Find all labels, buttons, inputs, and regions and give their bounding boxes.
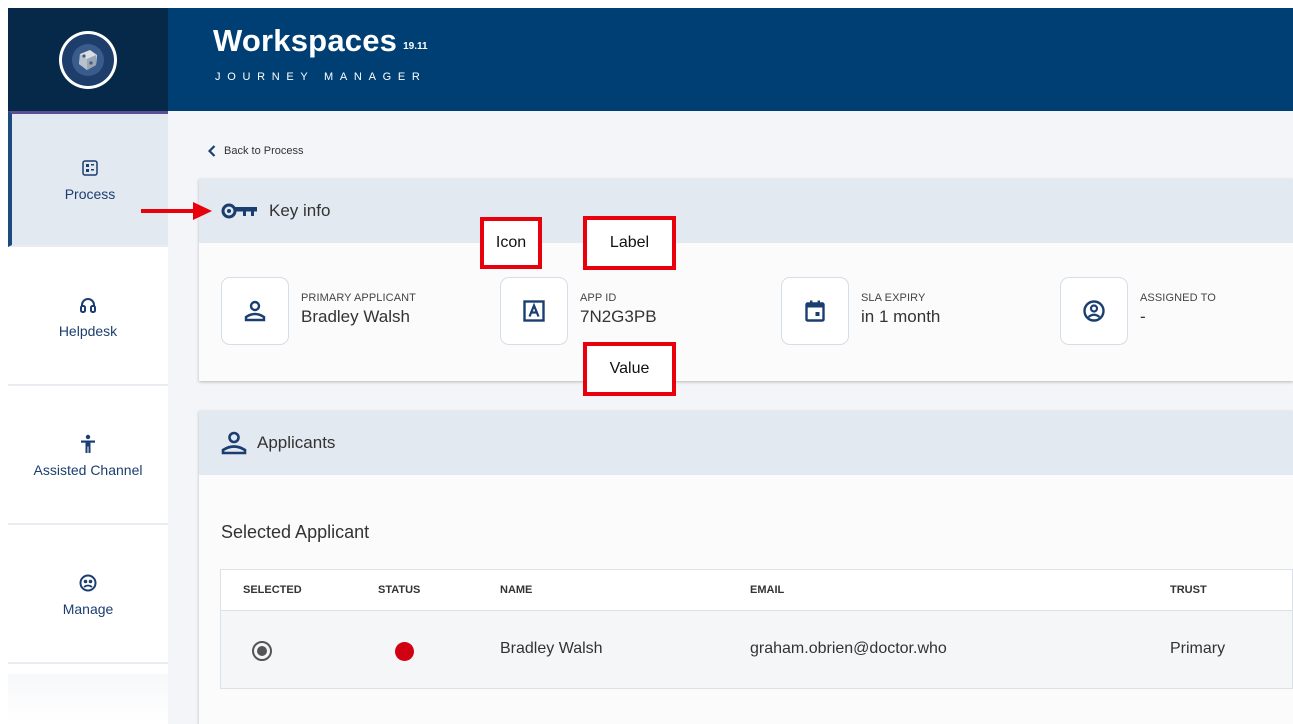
sidebar-item-manage[interactable]: Manage	[8, 528, 168, 664]
app-page: Workspaces 19.11 JOURNEY MANAGER Process	[8, 8, 1293, 724]
info-value: in 1 month	[861, 307, 941, 326]
person-icon	[221, 431, 247, 455]
sidebar-footer	[8, 674, 168, 724]
table-row[interactable]: Bradley Walsh graham.obrien@doctor.who P…	[221, 611, 1292, 688]
app-header: Workspaces 19.11 JOURNEY MANAGER	[8, 8, 1293, 111]
info-assigned-to: ASSIGNED TO -	[1060, 277, 1216, 345]
info-value: Bradley Walsh	[301, 307, 410, 326]
applicant-trust: Primary	[1170, 640, 1226, 657]
column-header-selected[interactable]: SELECTED	[243, 584, 302, 596]
sidebar-item-assisted-channel[interactable]: Assisted Channel	[8, 389, 168, 525]
annotation-icon-label: Icon	[480, 217, 542, 269]
key-info-card: Key info PRIMARY APPLICANT Bradley Walsh	[199, 179, 1293, 381]
logo-badge	[59, 30, 117, 89]
column-header-name[interactable]: NAME	[500, 584, 532, 596]
annotation-label-label: Label	[583, 216, 676, 270]
app-title: Workspaces 19.11	[213, 22, 428, 66]
accessibility-icon	[78, 434, 98, 454]
back-to-process-link[interactable]: Back to Process	[208, 145, 303, 157]
app-title-text: Workspaces	[213, 23, 398, 58]
info-label: SLA EXPIRY	[861, 292, 926, 304]
applicants-card: Applicants Selected Applicant SELECTED S…	[199, 411, 1293, 724]
back-link-label: Back to Process	[224, 145, 304, 157]
key-info-title: Key info	[269, 201, 331, 220]
column-header-status[interactable]: STATUS	[378, 584, 420, 596]
radio-dot	[257, 646, 267, 656]
info-primary-applicant: PRIMARY APPLICANT Bradley Walsh	[221, 277, 416, 345]
table-header: SELECTED STATUS NAME EMAIL TRUST	[221, 570, 1292, 611]
app-subtitle: JOURNEY MANAGER	[215, 71, 427, 83]
logo[interactable]	[8, 8, 168, 111]
selected-radio[interactable]	[252, 641, 272, 661]
info-value: 7N2G3PB	[580, 307, 657, 326]
sidebar-item-label: Helpdesk	[58, 323, 118, 339]
headset-icon	[78, 295, 98, 315]
info-value: -	[1140, 307, 1146, 326]
info-label: PRIMARY APPLICANT	[301, 292, 416, 304]
key-icon	[221, 202, 259, 220]
annotation-arrow	[141, 202, 212, 220]
applicants-table: SELECTED STATUS NAME EMAIL TRUST Bradley…	[220, 569, 1293, 689]
applicant-name: Bradley Walsh	[500, 640, 603, 657]
sidebar-item-label: Process	[64, 185, 116, 202]
info-label: ASSIGNED TO	[1140, 292, 1216, 304]
key-info-header: Key info	[199, 179, 1293, 243]
sidebar-item-label: Manage	[62, 601, 114, 617]
status-indicator	[395, 642, 414, 661]
user-circle-icon	[1060, 277, 1128, 345]
applicant-email: graham.obrien@doctor.who	[750, 640, 947, 657]
person-icon	[221, 277, 289, 345]
applicants-title: Applicants	[257, 433, 336, 452]
info-app-id: APP ID 7N2G3PB	[500, 277, 657, 345]
sidebar-item-helpdesk[interactable]: Helpdesk	[8, 250, 168, 386]
chevron-left-icon	[208, 145, 216, 157]
info-label: APP ID	[580, 292, 617, 304]
sidebar-item-label: Assisted Channel	[33, 462, 143, 478]
process-icon	[80, 158, 100, 178]
manage-icon	[78, 573, 98, 593]
annotation-value-label: Value	[583, 342, 676, 396]
info-sla-expiry: SLA EXPIRY in 1 month	[781, 277, 940, 345]
column-header-trust[interactable]: TRUST	[1170, 584, 1207, 596]
column-header-email[interactable]: EMAIL	[750, 584, 784, 596]
app-version: 19.11	[403, 41, 428, 52]
globe-logo-icon	[62, 33, 114, 86]
main-content: Back to Process Key info PRIMARY APPLICA…	[168, 111, 1293, 724]
selected-applicant-heading: Selected Applicant	[221, 522, 370, 542]
letter-a-icon	[500, 277, 568, 345]
calendar-icon	[781, 277, 849, 345]
sidebar-item-process[interactable]: Process	[8, 111, 168, 247]
applicants-header: Applicants	[199, 411, 1293, 475]
